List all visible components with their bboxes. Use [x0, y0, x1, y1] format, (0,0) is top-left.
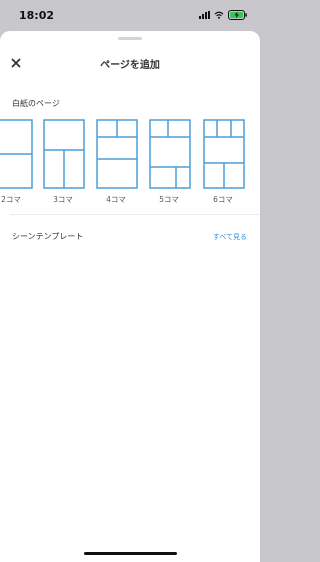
template-4-panels[interactable]: 4コマ: [96, 119, 138, 204]
template-label: 5コマ: [159, 195, 179, 204]
wifi-icon: [214, 11, 224, 19]
close-button[interactable]: [9, 56, 23, 70]
template-5-panels[interactable]: 5コマ: [149, 119, 191, 204]
blank-page-section-label: 白紙のページ: [12, 99, 60, 108]
home-indicator: [84, 552, 177, 555]
status-time: 18:02: [19, 9, 55, 22]
template-6-panels[interactable]: 6コマ: [203, 119, 245, 204]
template-4-thumbnail: [96, 119, 138, 189]
template-3-panels[interactable]: 3コマ: [43, 119, 85, 204]
blank-template-list[interactable]: 2コマ 3コマ 4コマ 5コマ 6コマ: [0, 119, 260, 209]
template-2-thumbnail: [0, 119, 33, 189]
template-2-panels[interactable]: 2コマ: [0, 119, 33, 204]
sheet-title: ページを追加: [100, 60, 160, 71]
battery-charging-icon: [228, 10, 248, 20]
status-bar: 18:02: [0, 0, 260, 30]
template-label: 6コマ: [213, 195, 233, 204]
signal-icon: [199, 11, 210, 19]
status-icons: [199, 10, 248, 20]
template-6-thumbnail: [203, 119, 245, 189]
template-label: 4コマ: [106, 195, 126, 204]
template-5-thumbnail: [149, 119, 191, 189]
add-page-sheet: ページを追加 白紙のページ 2コマ 3コマ 4コマ 5コマ 6コマ シーンテンプ…: [0, 31, 260, 562]
close-icon: [11, 58, 21, 68]
see-all-link[interactable]: すべて見る: [213, 232, 247, 242]
section-divider: [10, 214, 260, 215]
sheet-grabber[interactable]: [118, 37, 142, 40]
template-label: 3コマ: [53, 195, 73, 204]
template-3-thumbnail: [43, 119, 85, 189]
scene-template-section-label: シーンテンプレート: [12, 232, 84, 241]
